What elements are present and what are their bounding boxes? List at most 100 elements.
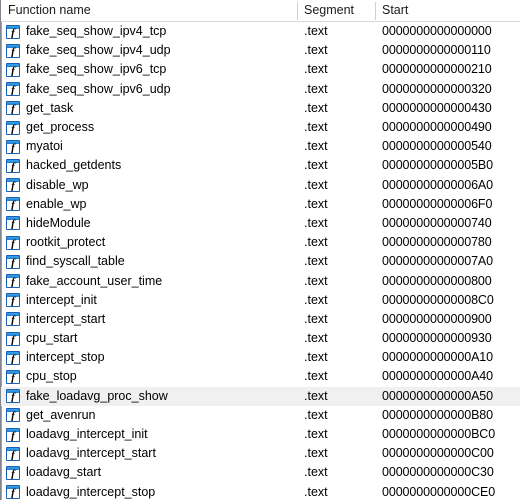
cell-start-address: 0000000000000430 xyxy=(382,100,492,115)
table-row[interactable]: f fake_account_user_time .text 000000000000… xyxy=(1,271,520,290)
table-row[interactable]: f fake_seq_show_ipv6_udp .text 000000000000… xyxy=(1,80,520,99)
cell-function-name[interactable]: f fake_seq_show_ipv4_tcp xyxy=(1,22,297,41)
cell-function-name[interactable]: f cpu_start xyxy=(1,329,297,348)
table-row[interactable]: f get_process .text 0000000000000490 xyxy=(1,118,520,137)
column-header-segment[interactable]: Segment xyxy=(297,0,375,22)
table-row[interactable]: f cpu_start .text 0000000000000930 xyxy=(1,329,520,348)
cell-function-name[interactable]: f enable_wp xyxy=(1,195,297,214)
table-row[interactable]: f loadavg_intercept_init .text 000000000000… xyxy=(1,425,520,444)
cell-segment: .text xyxy=(304,427,328,442)
cell-segment: .text xyxy=(304,139,328,154)
function-name-label: get_avenrun xyxy=(26,407,96,422)
cell-function-name[interactable]: f intercept_start xyxy=(1,310,297,329)
cell-function-name[interactable]: f fake_seq_show_ipv6_tcp xyxy=(1,60,297,79)
cell-function-name[interactable]: f loadavg_intercept_init xyxy=(1,425,297,444)
table-row[interactable]: f disable_wp .text 00000000000006A0 xyxy=(1,176,520,195)
function-icon: f xyxy=(6,465,20,480)
function-icon: f xyxy=(6,101,20,116)
cell-function-name[interactable]: f loadavg_intercept_start xyxy=(1,444,297,463)
cell-function-name[interactable]: f hideModule xyxy=(1,214,297,233)
function-icon-glyph: f xyxy=(11,429,15,442)
cell-segment: .text xyxy=(304,446,328,461)
table-row[interactable]: f get_task .text 0000000000000430 xyxy=(1,99,520,118)
table-row[interactable]: f intercept_stop .text 0000000000000A10 xyxy=(1,348,520,367)
function-icon: f xyxy=(6,427,20,442)
table-row[interactable]: f intercept_init .text 00000000000008C0 xyxy=(1,291,520,310)
cell-function-name[interactable]: f get_avenrun xyxy=(1,406,297,425)
table-row[interactable]: f get_avenrun .text 0000000000000B80 xyxy=(1,406,520,425)
cell-function-name[interactable]: f get_task xyxy=(1,99,297,118)
function-icon-glyph: f xyxy=(11,45,15,58)
cell-function-name[interactable]: f loadavg_start xyxy=(1,463,297,482)
cell-start-address: 0000000000000A40 xyxy=(382,369,494,384)
table-row[interactable]: f find_syscall_table .text 00000000000007A0 xyxy=(1,252,520,271)
cell-start-address: 0000000000000780 xyxy=(382,235,492,250)
table-row[interactable]: f cpu_stop .text 0000000000000A40 xyxy=(1,367,520,386)
function-name-label: rootkit_protect xyxy=(26,235,106,250)
table-row[interactable]: f hacked_getdents .text 00000000000005B0 xyxy=(1,156,520,175)
function-icon-glyph: f xyxy=(11,64,15,77)
table-row[interactable]: f fake_seq_show_ipv4_udp .text 000000000000… xyxy=(1,41,520,60)
cell-start-address: 0000000000000BC0 xyxy=(382,427,496,442)
cell-segment: .text xyxy=(304,292,328,307)
table-row[interactable]: f loadavg_intercept_stop .text 000000000000… xyxy=(1,483,520,500)
functions-window: Function name Segment Start f fake_seq_sh… xyxy=(0,0,520,500)
column-header-start[interactable]: Start xyxy=(375,0,520,22)
table-row[interactable]: f hideModule .text 0000000000000740 xyxy=(1,214,520,233)
function-icon: f xyxy=(6,178,20,193)
cell-function-name[interactable]: f fake_seq_show_ipv4_udp xyxy=(1,41,297,60)
cell-start-address: 0000000000000CE0 xyxy=(382,484,496,499)
function-icon-glyph: f xyxy=(11,160,15,173)
function-icon-glyph: f xyxy=(11,199,15,212)
cell-function-name[interactable]: f intercept_stop xyxy=(1,348,297,367)
table-row[interactable]: f intercept_start .text 0000000000000900 xyxy=(1,310,520,329)
table-row[interactable]: f fake_seq_show_ipv4_tcp .text 000000000000… xyxy=(1,22,520,41)
column-header-function-name[interactable]: Function name xyxy=(1,0,297,22)
cell-segment: .text xyxy=(304,196,328,211)
function-icon: f xyxy=(6,120,20,135)
cell-start-address: 0000000000000490 xyxy=(382,120,492,135)
table-row[interactable]: f fake_loadavg_proc_show .text 000000000000… xyxy=(1,386,520,406)
function-icon-glyph: f xyxy=(11,180,15,193)
table-row[interactable]: f myatoi .text 0000000000000540 xyxy=(1,137,520,156)
cell-function-name[interactable]: f hacked_getdents xyxy=(1,156,297,175)
table-row[interactable]: f loadavg_intercept_start .text 00000000000… xyxy=(1,444,520,463)
cell-function-name[interactable]: f intercept_init xyxy=(1,291,297,310)
cell-function-name[interactable]: f loadavg_intercept_stop xyxy=(1,483,297,500)
cell-function-name[interactable]: f rootkit_protect xyxy=(1,233,297,252)
cell-function-name[interactable]: f disable_wp xyxy=(1,176,297,195)
function-name-label: fake_seq_show_ipv4_tcp xyxy=(26,24,167,39)
cell-function-name[interactable]: f fake_seq_show_ipv6_udp xyxy=(1,80,297,99)
cell-function-name[interactable]: f cpu_stop xyxy=(1,367,297,386)
cell-function-name[interactable]: f fake_loadavg_proc_show xyxy=(1,387,297,406)
cell-function-name[interactable]: f myatoi xyxy=(1,137,297,156)
cell-function-name[interactable]: f fake_account_user_time xyxy=(1,272,297,291)
cell-function-name[interactable]: f find_syscall_table xyxy=(1,252,297,271)
function-icon: f xyxy=(6,43,20,58)
cell-start-address: 0000000000000210 xyxy=(382,62,492,77)
cell-segment: .text xyxy=(304,311,328,326)
table-row[interactable]: f enable_wp .text 00000000000006F0 xyxy=(1,195,520,214)
function-icon-glyph: f xyxy=(11,26,15,39)
cell-segment: .text xyxy=(304,215,328,230)
function-icon: f xyxy=(6,350,20,365)
function-icon: f xyxy=(6,62,20,77)
function-icon-glyph: f xyxy=(11,84,15,97)
function-name-label: cpu_stop xyxy=(26,369,77,384)
cell-function-name[interactable]: f get_process xyxy=(1,118,297,137)
function-icon-glyph: f xyxy=(11,103,15,116)
function-icon: f xyxy=(6,82,20,97)
function-icon-glyph: f xyxy=(11,237,15,250)
function-name-label: intercept_init xyxy=(26,292,97,307)
function-icon: f xyxy=(6,197,20,212)
cell-segment: .text xyxy=(304,62,328,77)
table-row[interactable]: f rootkit_protect .text 0000000000000780 xyxy=(1,233,520,252)
cell-start-address: 0000000000000320 xyxy=(382,81,492,96)
table-row[interactable]: f loadavg_start .text 0000000000000C30 xyxy=(1,463,520,482)
cell-segment: .text xyxy=(304,81,328,96)
function-icon: f xyxy=(6,446,20,461)
function-icon: f xyxy=(6,158,20,173)
table-row[interactable]: f fake_seq_show_ipv6_tcp .text 000000000000… xyxy=(1,60,520,79)
cell-segment: .text xyxy=(304,465,328,480)
cell-start-address: 00000000000005B0 xyxy=(382,158,494,173)
